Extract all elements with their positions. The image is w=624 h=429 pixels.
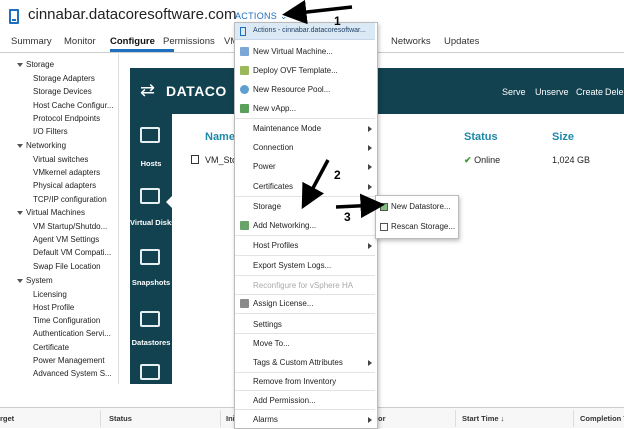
annotation-arrows [282,0,385,219]
annotation-arrow-1 [282,0,353,25]
annotation-number-3: 3 [344,210,351,224]
annotation-arrow-3 [335,193,385,219]
annotation-arrow-2 [301,159,330,210]
annotation-number-1: 1 [334,14,341,28]
annotation-number-2: 2 [334,168,341,182]
